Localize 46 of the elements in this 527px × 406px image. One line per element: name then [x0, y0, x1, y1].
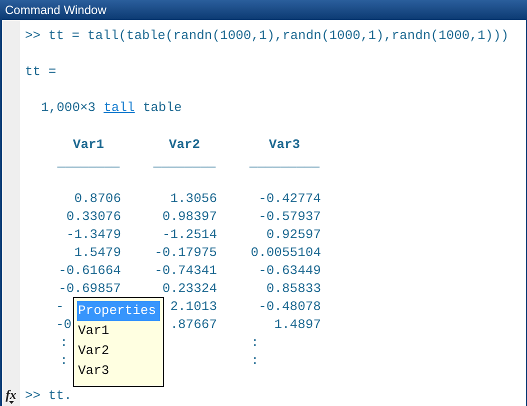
ellipsis-mark: : — [60, 352, 68, 370]
size-text: 1,000×3 — [41, 99, 96, 118]
table-cell-text: 0.33076 — [66, 208, 121, 226]
completion-item[interactable]: Var2 — [77, 341, 160, 361]
header-underline: ________ — [56, 154, 121, 172]
class-text: table — [142, 99, 182, 118]
column-header: Var3 — [268, 136, 302, 154]
table-cell-text: -0.48078 — [258, 298, 321, 316]
table-cell-text: -1.2514 — [162, 226, 217, 244]
completion-item[interactable]: Var3 — [77, 361, 160, 381]
header-underline: ________ — [152, 154, 217, 172]
table-cell-text: 1.5479 — [74, 244, 121, 262]
class-link[interactable]: tall — [104, 98, 135, 118]
dropdown-icon — [8, 401, 14, 404]
column-header: Var1 — [72, 136, 106, 154]
table-cell-text: 0.0055104 — [250, 244, 321, 262]
table-cell-text: 0.85833 — [266, 280, 321, 298]
table-cell-text: 0.23324 — [162, 280, 217, 298]
table-cell-text: -0.63449 — [258, 262, 321, 280]
table-cell-text: -0.17975 — [154, 244, 217, 262]
variable-name: tt = — [25, 63, 56, 82]
table-cell-text: 1.3056 — [170, 190, 217, 208]
table-cell-text: 2.1013 — [170, 298, 217, 316]
table-cell-text: 0.98397 — [162, 208, 217, 226]
table-cell-text: -0 — [56, 316, 72, 334]
table-cell-text: -0.61664 — [58, 262, 121, 280]
table-cell-text: -0.57937 — [258, 208, 321, 226]
completion-item[interactable]: Var1 — [77, 321, 160, 341]
function-browser-button[interactable]: fx — [6, 388, 16, 404]
command-prompt[interactable]: >> tt. — [25, 386, 72, 406]
table-cell-text: 1.4897 — [274, 316, 321, 334]
table-cell-text: -0.69857 — [58, 280, 121, 298]
ellipsis-mark: : — [60, 334, 68, 352]
ellipsis-mark: : — [251, 352, 259, 370]
table-cell-text: -0.42774 — [258, 190, 321, 208]
table-cell-text: .87667 — [170, 316, 217, 334]
table-cell-text: -1.3479 — [66, 226, 121, 244]
ellipsis-mark: : — [251, 334, 259, 352]
command-line: >> tt = tall(table(randn(1000,1),randn(1000,1),randn(1000,1))) — [25, 27, 509, 46]
table-cell-text: 0.8706 — [74, 190, 121, 208]
window-title: Command Window — [0, 0, 527, 20]
header-underline: _________ — [248, 154, 321, 172]
column-header: Var2 — [168, 136, 202, 154]
table-cell-text: 0.92597 — [266, 226, 321, 244]
table-cell-text: - — [56, 298, 64, 316]
table-cell-text: -0.74341 — [154, 262, 217, 280]
